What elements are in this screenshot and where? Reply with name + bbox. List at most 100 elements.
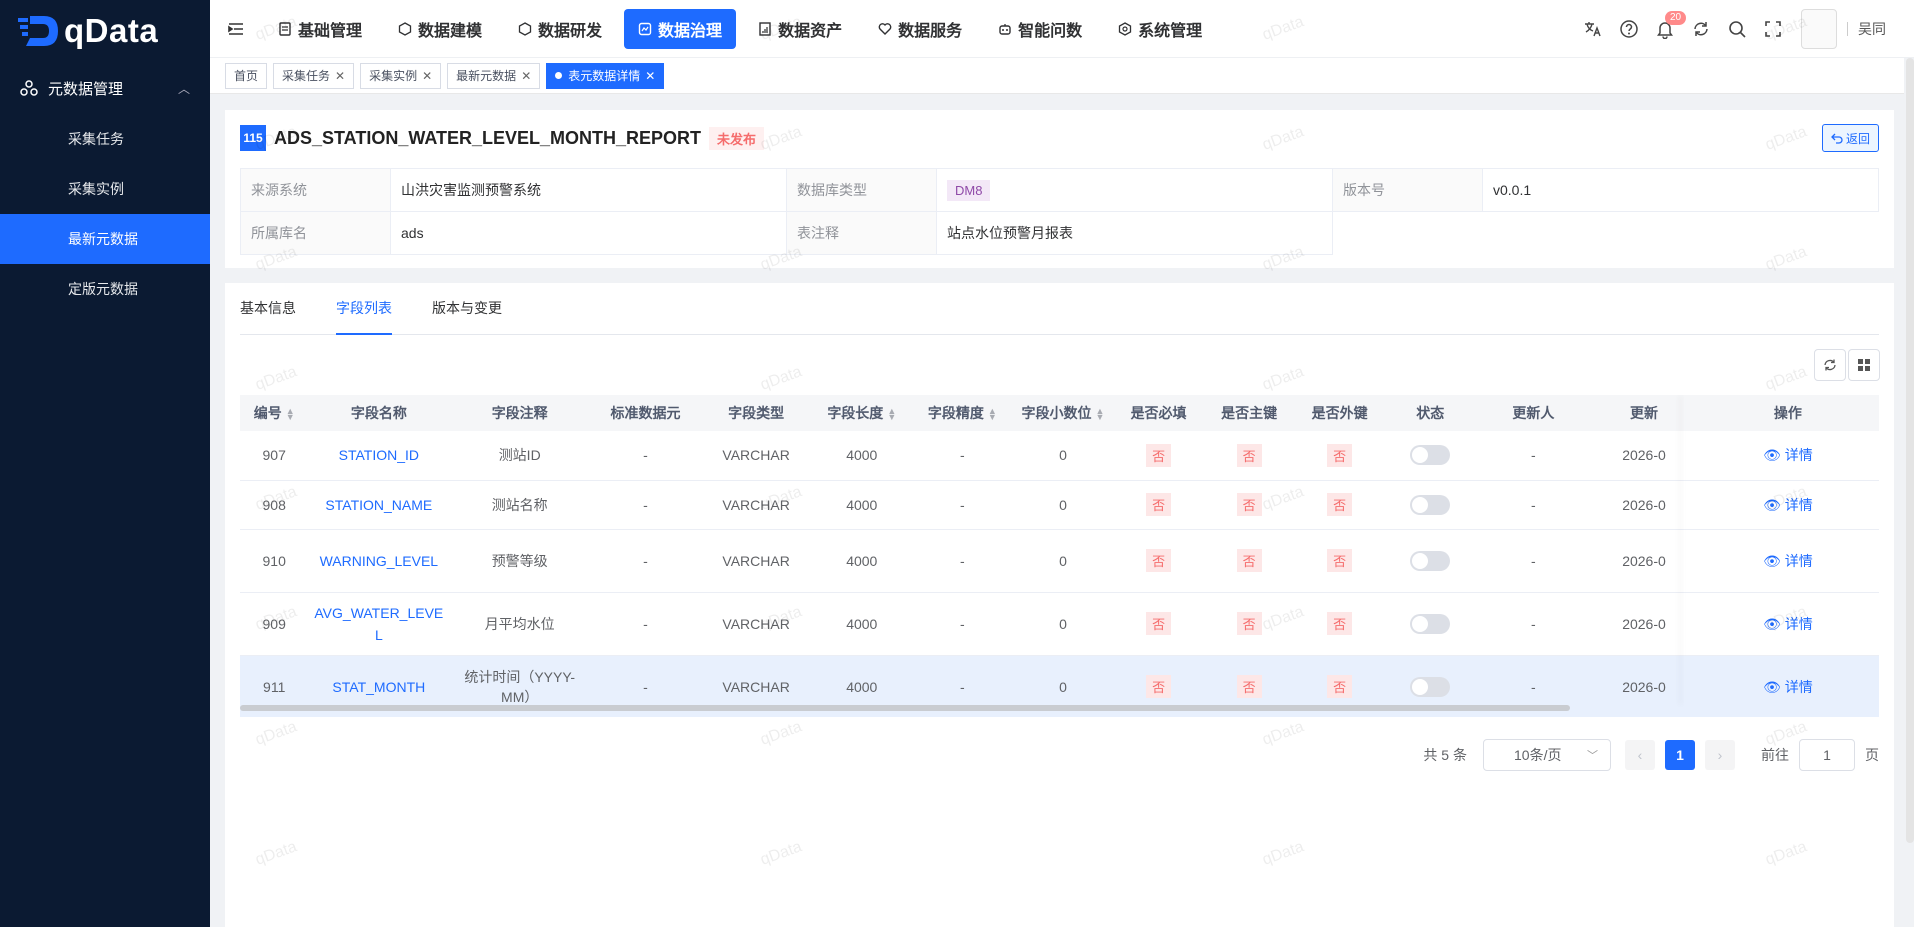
cell-precision: - [912,529,1013,593]
column-header[interactable]: 字段精度 ▲ ▼ [912,395,1013,431]
column-header: 字段类型 [700,395,812,431]
tag-label: 采集实例 [369,69,418,83]
tab-version-change[interactable]: 版本与变更 [432,282,502,334]
status-toggle[interactable] [1410,676,1451,697]
sidebar-item-latest-metadata[interactable]: 最新元数据 [0,214,210,264]
nav-item-asset[interactable]: 数据资产 [744,9,856,49]
field-name-link[interactable]: AVG_WATER_LEVEL [308,592,450,656]
translate-icon[interactable] [1583,19,1603,39]
nav-item-label: 数据服务 [898,22,963,40]
username[interactable]: 吴同 [1858,19,1886,39]
nav-item-label: 数据建模 [418,22,483,40]
cell-type: VARCHAR [700,592,812,656]
columns-setting-button[interactable] [1848,349,1880,381]
tab-basic-info[interactable]: 基本信息 [240,282,296,334]
cell-op: 👁︎ 详情 [1696,655,1879,717]
cell-fk: 否 [1294,431,1385,481]
close-icon[interactable]: ✕ [422,69,432,83]
cell-precision: - [912,592,1013,656]
tag-latest-metadata[interactable]: 最新元数据 ✕ [447,62,541,89]
avatar[interactable] [1801,9,1837,49]
cell-status [1384,529,1476,593]
status-toggle[interactable] [1410,494,1451,515]
cell-required: 否 [1113,592,1204,656]
no-tag: 否 [1327,443,1353,467]
fullscreen-icon[interactable] [1763,19,1783,39]
cell-required: 否 [1113,431,1204,481]
refresh-icon[interactable] [1691,19,1711,39]
prev-page-button[interactable]: ‹ [1625,740,1655,770]
page-size-select[interactable]: 10条/页 ﹀ [1483,739,1611,771]
cell-length: 4000 [811,431,913,481]
table-horizontal-scrollbar[interactable] [240,705,1570,711]
refresh-table-button[interactable] [1814,349,1846,381]
cell-comment: 测站名称 [449,480,591,530]
column-header: 操作 [1696,395,1879,431]
goto-page-input[interactable]: 1 [1799,739,1855,771]
status-toggle[interactable] [1410,550,1451,571]
sort-icon[interactable]: ▲ ▼ [286,407,295,422]
next-page-button[interactable]: › [1705,740,1735,770]
sidebar-item-collect-instance[interactable]: 采集实例 [0,164,210,214]
page-number-button[interactable]: 1 [1665,740,1695,770]
cell-status [1384,431,1476,481]
close-icon[interactable]: ✕ [335,69,345,83]
sort-icon[interactable]: ▲ ▼ [988,407,997,422]
logo[interactable]: qData [0,0,210,62]
nav-item-governance[interactable]: 数据治理 [624,8,737,49]
field-label: 来源系统 [240,168,391,212]
tag-collect-instance[interactable]: 采集实例 ✕ [360,62,442,89]
close-icon[interactable]: ✕ [521,69,531,83]
sort-icon[interactable]: ▲ ▼ [1096,407,1105,422]
detail-link[interactable]: 👁︎ 详情 [1763,447,1813,463]
nav-item-system[interactable]: 系统管理 [1104,9,1216,49]
menu-fold-icon[interactable] [226,19,246,39]
column-header[interactable]: 编号 ▲ ▼ [240,395,309,431]
nav-item-modeling[interactable]: 数据建模 [384,9,496,49]
tag-collect-task[interactable]: 采集任务 ✕ [273,62,355,89]
top-bar: 基础管理 数据建模 数据研发 数据治理 数据资产 数据服务 智能问数 系统管理 … [210,0,1914,58]
field-name-link[interactable]: WARNING_LEVEL [308,529,450,593]
detail-link[interactable]: 👁︎ 详情 [1763,679,1813,695]
detail-link[interactable]: 👁︎ 详情 [1763,553,1813,569]
back-button[interactable]: 返回 [1821,124,1879,152]
status-toggle[interactable] [1410,445,1451,466]
cell-precision: - [912,431,1013,481]
version-value: v0.0.1 [1482,168,1879,212]
help-icon[interactable] [1619,19,1639,39]
status-toggle[interactable] [1410,613,1451,634]
tag-table-metadata-detail[interactable]: 表元数据详情 ✕ [546,62,665,89]
field-name-link[interactable]: STATION_NAME [308,480,450,530]
field-name-link[interactable]: STATION_ID [308,431,450,481]
notification-badge: 20 [1665,11,1687,25]
close-icon[interactable]: ✕ [645,69,655,83]
search-icon[interactable] [1727,19,1747,39]
detail-link[interactable]: 👁︎ 详情 [1763,616,1813,632]
sort-icon[interactable]: ▲ ▼ [887,407,896,422]
sidebar-item-label: 最新元数据 [68,231,138,247]
logo-text: qData [64,12,159,49]
governance-icon [638,22,652,35]
nav-item-label: 基础管理 [298,22,363,40]
page-title: ADS_STATION_WATER_LEVEL_MONTH_REPORT [274,127,702,148]
nav-item-service[interactable]: 数据服务 [864,9,976,49]
menu-group-metadata[interactable]: 元数据管理 ︿ [0,62,210,114]
nav-item-basic[interactable]: 基础管理 [264,9,376,49]
column-header: 是否必填 [1113,395,1204,431]
detail-link[interactable]: 👁︎ 详情 [1763,497,1813,513]
fixed-column-shadow [1684,395,1685,705]
tag-home[interactable]: 首页 [225,62,268,89]
page-scrollbar[interactable] [1906,58,1914,843]
sidebar-item-final-metadata[interactable]: 定版元数据 [0,264,210,314]
sidebar-item-collect-task[interactable]: 采集任务 [0,114,210,164]
cell-updated: 2026-0 [1591,592,1697,656]
back-label: 返回 [1845,131,1870,146]
nav-item-smart-query[interactable]: 智能问数 [984,9,1096,49]
nav-item-dev[interactable]: 数据研发 [504,9,616,49]
tab-field-list[interactable]: 字段列表 [336,282,392,335]
column-header[interactable]: 字段长度 ▲ ▼ [811,395,913,431]
bell-icon[interactable]: 20 [1655,11,1687,40]
field-label: 版本号 [1332,168,1483,212]
nav-item-label: 数据治理 [658,22,723,40]
column-header[interactable]: 字段小数位 ▲ ▼ [1012,395,1114,431]
